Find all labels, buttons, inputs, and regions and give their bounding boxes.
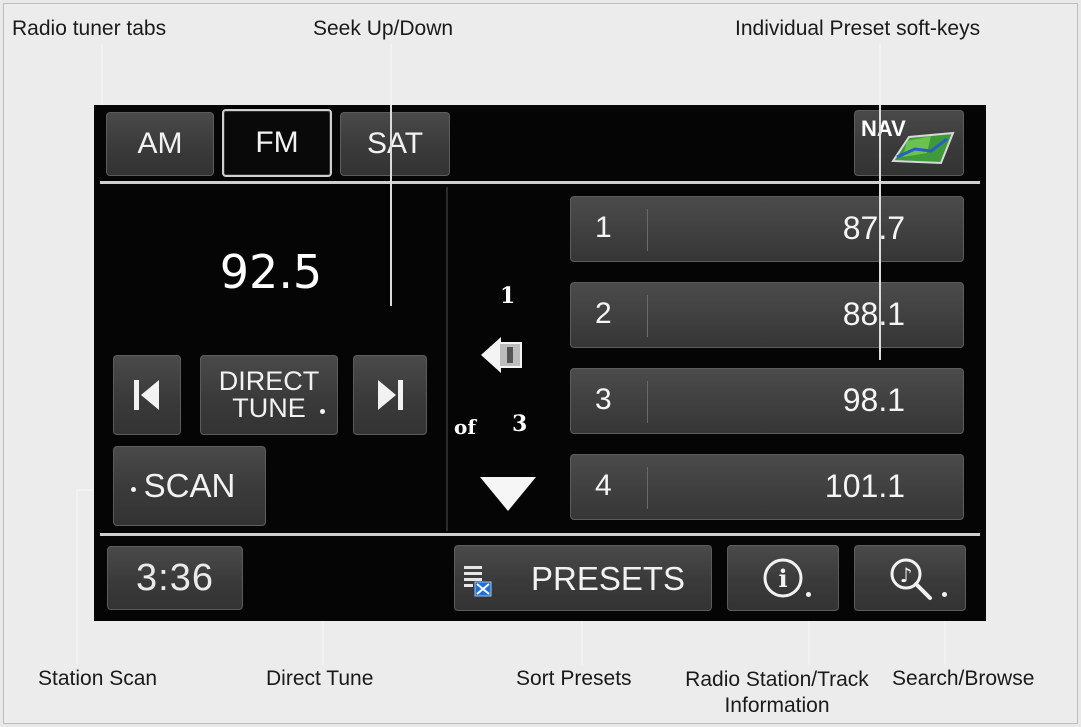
- preset-button-1[interactable]: 1 87.7: [570, 196, 964, 262]
- info-icon: i: [763, 558, 803, 598]
- callout-radio-tuner-tabs: Radio tuner tabs: [12, 17, 167, 40]
- preset-number: 2: [595, 297, 612, 330]
- tab-sat[interactable]: SAT: [340, 112, 450, 176]
- leader-seek-overlay: [390, 105, 392, 306]
- callout-sort-presets: Sort Presets: [516, 667, 632, 690]
- left-column-divider: [446, 187, 448, 531]
- info-button[interactable]: i: [727, 545, 839, 611]
- page-current: 1: [500, 283, 516, 309]
- leader-dot-direct-tune: [320, 409, 325, 414]
- tab-fm-label: FM: [255, 126, 299, 159]
- leader-presets-overlay: [879, 105, 881, 360]
- nav-map-icon: [891, 131, 955, 165]
- page-of-label: of: [454, 415, 476, 439]
- preset-frequency: 101.1: [824, 468, 905, 504]
- direct-tune-button[interactable]: DIRECT TUNE: [200, 355, 338, 435]
- callout-station-scan: Station Scan: [38, 667, 158, 690]
- preset-separator: [647, 295, 648, 337]
- preset-button-4[interactable]: 4 101.1: [570, 454, 964, 520]
- svg-text:♪: ♪: [900, 563, 913, 587]
- callout-info-line2: Information: [724, 694, 830, 717]
- callout-search-browse: Search/Browse: [892, 667, 1035, 690]
- leader-dot-search: [942, 592, 947, 597]
- radio-screen: AM FM SAT NAV 92.5 DIRECT TUNE SCAN 1 of…: [94, 105, 986, 621]
- leader-dot-info: [806, 592, 811, 597]
- bottom-divider: [100, 533, 980, 536]
- page-total: 3: [512, 411, 528, 437]
- tab-sat-label: SAT: [366, 127, 424, 160]
- seek-down-icon: [134, 380, 159, 410]
- presets-button[interactable]: PRESETS: [454, 545, 712, 611]
- preset-separator: [647, 209, 648, 251]
- scan-label: SCAN: [143, 467, 236, 504]
- direct-tune-line1: DIRECT: [218, 366, 320, 396]
- callout-direct-tune: Direct Tune: [266, 667, 374, 690]
- preset-button-2[interactable]: 2 88.1: [570, 282, 964, 348]
- clock-display: 3:36: [107, 546, 243, 610]
- preset-separator: [647, 381, 648, 423]
- callout-individual-preset-softkeys: Individual Preset soft-keys: [735, 17, 981, 40]
- callout-info-line1: Radio Station/Track: [685, 668, 869, 691]
- leader-dot-scan: [131, 487, 136, 492]
- top-divider: [100, 181, 980, 184]
- sort-presets-icon: [464, 566, 492, 597]
- preset-number: 3: [595, 383, 612, 416]
- seek-up-icon: [378, 380, 403, 410]
- svg-text:i: i: [778, 564, 787, 593]
- tab-am[interactable]: AM: [106, 112, 214, 176]
- leader-scan: [76, 490, 78, 665]
- callout-radio-station-track-info: Radio Station/Track Information: [672, 667, 882, 719]
- scroll-down-arrow-icon[interactable]: [478, 475, 538, 513]
- direct-tune-line2: TUNE: [232, 393, 306, 423]
- preset-frequency: 87.7: [842, 210, 905, 246]
- preset-number: 1: [595, 211, 612, 244]
- nav-button[interactable]: NAV: [854, 110, 964, 176]
- presets-label: PRESETS: [531, 560, 686, 597]
- tab-am-label: AM: [137, 127, 183, 160]
- preset-number: 4: [595, 469, 612, 502]
- clock-value: 3:36: [136, 556, 214, 599]
- search-browse-button[interactable]: ♪: [854, 545, 966, 611]
- page-back-icon[interactable]: [479, 335, 527, 375]
- callout-seek-up-down: Seek Up/Down: [313, 17, 454, 40]
- scan-button[interactable]: SCAN: [113, 446, 266, 526]
- seek-down-button[interactable]: [113, 355, 181, 435]
- music-search-icon: ♪: [890, 558, 932, 600]
- preset-frequency: 88.1: [842, 296, 905, 332]
- preset-frequency: 98.1: [842, 382, 905, 418]
- seek-up-button[interactable]: [353, 355, 427, 435]
- tab-fm[interactable]: FM: [222, 109, 332, 177]
- current-frequency: 92.5: [219, 245, 323, 299]
- preset-button-3[interactable]: 3 98.1: [570, 368, 964, 434]
- preset-separator: [647, 467, 648, 509]
